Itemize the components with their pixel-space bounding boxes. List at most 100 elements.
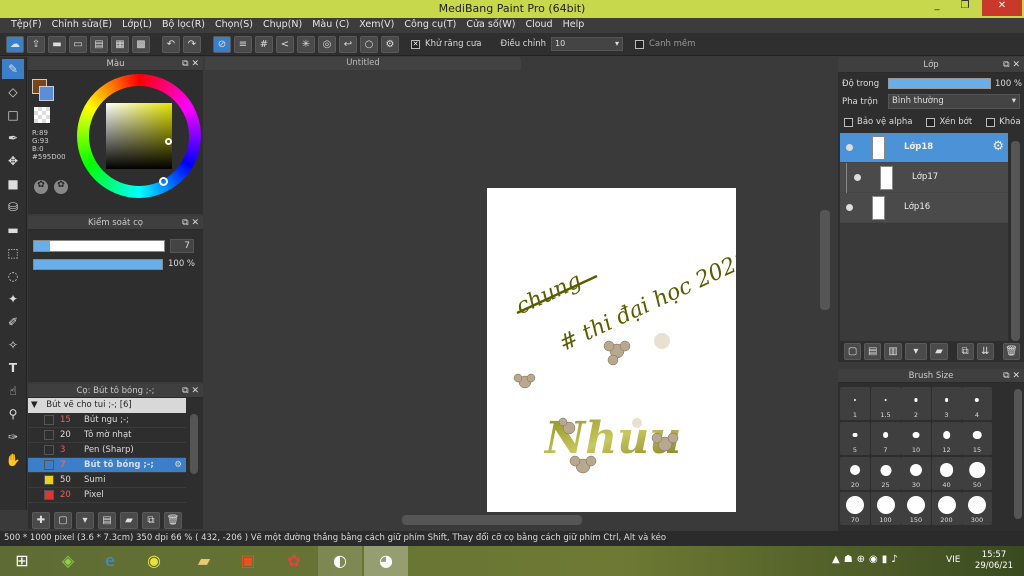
clock[interactable]: 15:57 29/06/21 bbox=[972, 550, 1016, 572]
clip-checkbox[interactable] bbox=[926, 117, 936, 127]
brush-size-slider[interactable] bbox=[33, 240, 165, 252]
pen-tool-icon[interactable]: ✒ bbox=[2, 128, 24, 148]
folder-icon[interactable]: ▰ bbox=[120, 512, 138, 529]
snap-settings-icon[interactable]: ⚙ bbox=[381, 35, 399, 53]
brush-size-option[interactable]: 50 bbox=[962, 457, 992, 490]
dropper-tool-icon[interactable]: ✑ bbox=[2, 427, 24, 447]
menu-layer[interactable]: Lớp(L) bbox=[117, 18, 157, 33]
select-rect-tool-icon[interactable]: ⬚ bbox=[2, 243, 24, 263]
folder-icon[interactable]: ▰ bbox=[930, 343, 948, 360]
eraser-tool-icon[interactable]: ◇ bbox=[2, 82, 24, 102]
brush-size-option[interactable]: 7 bbox=[870, 422, 901, 455]
duplicate-layer-icon[interactable]: ⧉ bbox=[956, 343, 974, 360]
brush-item-selected[interactable]: 7 Bút tô bóng ;-; ⚙ bbox=[28, 458, 186, 473]
add-brush-icon[interactable]: ✚ bbox=[32, 512, 50, 529]
canvas-horizontal-scrollbar[interactable] bbox=[402, 515, 582, 525]
brush-size-option[interactable]: 12 bbox=[931, 422, 962, 455]
trash-icon[interactable]: 🗑 bbox=[1002, 343, 1021, 360]
dot-tool-icon[interactable]: □ bbox=[2, 105, 24, 125]
menu-edit[interactable]: Chỉnh sửa(E) bbox=[47, 18, 118, 33]
lasso-tool-icon[interactable]: ◌ bbox=[2, 266, 24, 286]
brush-item[interactable]: 50 Sumi bbox=[28, 473, 186, 488]
brush-size-option[interactable]: 40 bbox=[931, 457, 962, 490]
brush-item[interactable]: 20 Tô mờ nhạt bbox=[28, 428, 186, 443]
snipping-app-icon[interactable]: ◐ bbox=[318, 546, 362, 576]
color-wheel[interactable] bbox=[77, 74, 201, 198]
menu-help[interactable]: Help bbox=[558, 18, 590, 33]
add-layer-menu-icon[interactable]: ▾ bbox=[904, 343, 928, 360]
menu-color[interactable]: Màu (C) bbox=[307, 18, 354, 33]
bucket-tool-icon[interactable]: ⛁ bbox=[2, 197, 24, 217]
brush-size-option[interactable]: 5 bbox=[840, 422, 870, 455]
brush-size-option[interactable]: 1.5 bbox=[870, 387, 901, 420]
antialias-checkbox[interactable]: ✕ bbox=[411, 39, 420, 49]
layer-opacity-slider[interactable] bbox=[888, 78, 991, 89]
share-icon[interactable]: ⇪ bbox=[27, 35, 45, 53]
brush-doc-icon[interactable]: ▤ bbox=[98, 512, 116, 529]
magic-wand-tool-icon[interactable]: ✦ bbox=[2, 289, 24, 309]
brush-size-option[interactable]: 100 bbox=[870, 492, 901, 525]
gradient-tool-icon[interactable]: ▬ bbox=[2, 220, 24, 240]
snap-off-icon[interactable]: ⊘ bbox=[213, 35, 231, 53]
brush-menu-icon[interactable]: ▾ bbox=[76, 512, 94, 529]
brush-item[interactable]: 20 Pixel bbox=[28, 488, 186, 503]
brush-size-value[interactable]: 7 bbox=[170, 239, 194, 253]
rect-fill-tool-icon[interactable]: ■ bbox=[2, 174, 24, 194]
menu-snap[interactable]: Chụp(N) bbox=[258, 18, 307, 33]
brush-item[interactable]: 15 Bút ngu ;-; bbox=[28, 413, 186, 428]
brush-opacity-slider[interactable] bbox=[33, 259, 163, 270]
undo-icon[interactable]: ↶ bbox=[162, 35, 180, 53]
brush-size-option[interactable]: 200 bbox=[931, 492, 962, 525]
text-tool-icon[interactable]: T bbox=[2, 358, 24, 378]
snap-circle-icon[interactable]: ◎ bbox=[318, 35, 336, 53]
page-icon[interactable]: ▤ bbox=[90, 35, 108, 53]
palette-edit-icon[interactable]: ✿ bbox=[54, 180, 68, 194]
brush-size-option[interactable]: 25 bbox=[870, 457, 901, 490]
cloud-icon[interactable]: ☁ bbox=[6, 35, 24, 53]
brush-size-option[interactable]: 2 bbox=[901, 387, 931, 420]
snap-curve-icon[interactable]: ↩ bbox=[339, 35, 357, 53]
operation-tool-icon[interactable]: ☝ bbox=[2, 381, 24, 401]
canvas-vertical-scrollbar[interactable] bbox=[820, 210, 830, 310]
layer-row[interactable]: Lớp16 bbox=[840, 193, 1008, 223]
maximize-button[interactable]: ❐ bbox=[952, 0, 978, 16]
brush-tool-icon[interactable]: ✎ bbox=[2, 59, 24, 79]
menu-select[interactable]: Chọn(S) bbox=[210, 18, 258, 33]
menu-window[interactable]: Cửa số(W) bbox=[461, 18, 520, 33]
chat-icon[interactable]: ▭ bbox=[69, 35, 87, 53]
internet-explorer-icon[interactable]: e bbox=[88, 546, 132, 576]
eye-icon[interactable] bbox=[854, 174, 861, 181]
comment-icon[interactable]: ▬ bbox=[48, 35, 66, 53]
snap-parallel-icon[interactable]: ≡ bbox=[234, 35, 252, 53]
tray-icons[interactable]: ▲☗⊕◉▮♪ bbox=[832, 554, 902, 565]
brush-item[interactable]: 3 Pen (Sharp) bbox=[28, 443, 186, 458]
document-tab[interactable]: Untitled bbox=[205, 57, 521, 70]
gear-icon[interactable]: ⚙ bbox=[174, 460, 182, 470]
lock-checkbox[interactable] bbox=[986, 117, 996, 127]
secondary-color-swatch[interactable] bbox=[39, 86, 54, 101]
menu-view[interactable]: Xem(V) bbox=[354, 18, 399, 33]
menu-file[interactable]: Tệp(F) bbox=[6, 18, 47, 33]
layer-row-selected[interactable]: Lớp18 ⚙ bbox=[840, 133, 1008, 163]
protect-alpha-checkbox[interactable] bbox=[844, 117, 853, 127]
brush-size-option[interactable]: 30 bbox=[901, 457, 931, 490]
brush-size-scrollbar[interactable] bbox=[1014, 389, 1022, 519]
brush-size-option[interactable]: 10 bbox=[901, 422, 931, 455]
snap-cross-icon[interactable]: # bbox=[255, 35, 273, 53]
medibang-icon[interactable]: ◕ bbox=[364, 546, 408, 576]
snap-ellipse-icon[interactable]: ○ bbox=[360, 35, 378, 53]
gear-icon[interactable]: ⚙ bbox=[992, 139, 1004, 154]
color-picker-handle[interactable] bbox=[165, 138, 172, 145]
brush-size-option[interactable]: 150 bbox=[901, 492, 931, 525]
select-eraser-tool-icon[interactable]: ✧ bbox=[2, 335, 24, 355]
pages-icon[interactable]: ▦ bbox=[111, 35, 129, 53]
copy-icon[interactable]: ⧉ bbox=[142, 512, 160, 529]
snap-vanish-icon[interactable]: < bbox=[276, 35, 294, 53]
chrome-icon[interactable]: ◉ bbox=[132, 546, 176, 576]
snap-checkbox[interactable] bbox=[634, 39, 644, 49]
brush-size-option[interactable]: 70 bbox=[840, 492, 870, 525]
saturation-square[interactable] bbox=[106, 103, 172, 169]
trash-icon[interactable]: 🗑 bbox=[164, 512, 182, 529]
panel-close-icon[interactable]: ⧉ ✕ bbox=[1003, 57, 1020, 73]
brush-list-scrollbar[interactable] bbox=[190, 414, 198, 474]
